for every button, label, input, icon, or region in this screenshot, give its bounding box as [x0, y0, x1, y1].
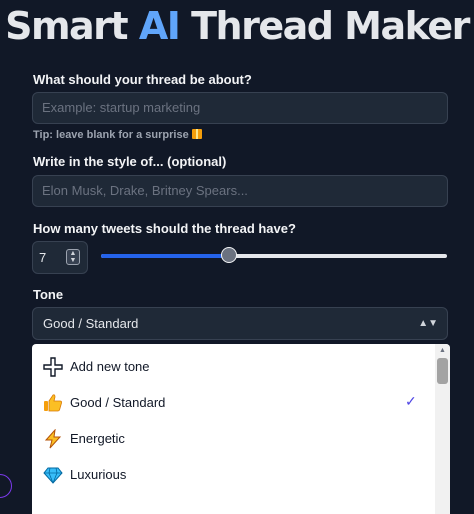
plus-icon: [43, 357, 63, 377]
title-part-2: Thread Maker: [179, 4, 470, 48]
option-label: Luxurious: [70, 467, 127, 482]
style-label: Write in the style of... (optional): [33, 154, 227, 169]
tweet-count-spinner[interactable]: ▲ ▼: [66, 249, 80, 265]
lightning-icon: [44, 429, 62, 449]
partial-circle-icon: [0, 474, 12, 498]
title-part-1: Smart: [5, 4, 139, 48]
tone-option-good-standard[interactable]: Good / Standard ✓: [32, 385, 432, 421]
spinner-up-icon[interactable]: ▲: [67, 250, 79, 257]
tweet-count-slider[interactable]: [101, 247, 447, 263]
tone-option-add-new[interactable]: Add new tone: [32, 349, 432, 385]
slider-fill: [101, 254, 230, 258]
option-label: Good / Standard: [70, 395, 166, 410]
dropdown-scrollbar[interactable]: ▲: [435, 344, 450, 514]
diamond-icon: [43, 467, 63, 484]
scrollbar-thumb[interactable]: [437, 358, 448, 384]
check-icon: ✓: [405, 393, 417, 409]
gift-icon: [191, 129, 202, 139]
spinner-down-icon[interactable]: ▼: [67, 257, 79, 264]
tweets-label: How many tweets should the thread have?: [33, 221, 296, 236]
topic-placeholder: Example: startup marketing: [42, 100, 201, 115]
slider-thumb[interactable]: [221, 247, 238, 263]
tone-select[interactable]: Good / Standard ▲▼: [32, 307, 448, 340]
thumbs-up-icon: [44, 394, 62, 412]
tone-option-luxurious[interactable]: Luxurious: [32, 457, 432, 493]
topic-tip: Tip: leave blank for a surprise: [33, 129, 202, 141]
style-input[interactable]: Elon Musk, Drake, Britney Spears...: [32, 175, 448, 207]
tone-dropdown: Add new tone Good / Standard ✓ Energetic…: [32, 344, 450, 514]
tip-text: Tip: leave blank for a surprise: [33, 129, 189, 141]
tone-selected-value: Good / Standard: [43, 316, 139, 331]
scroll-up-icon[interactable]: ▲: [439, 347, 446, 354]
topic-input[interactable]: Example: startup marketing: [32, 92, 448, 124]
tone-option-energetic[interactable]: Energetic: [32, 421, 432, 457]
style-placeholder: Elon Musk, Drake, Britney Spears...: [42, 183, 248, 198]
option-label: Add new tone: [70, 359, 150, 374]
chevron-up-down-icon: ▲▼: [418, 318, 438, 329]
option-label: Energetic: [70, 431, 125, 446]
tweet-count-input[interactable]: 7 ▲ ▼: [32, 241, 88, 274]
page-title: Smart AI Thread Maker: [0, 4, 474, 48]
tweet-count-value: 7: [39, 250, 47, 265]
tone-label: Tone: [33, 287, 64, 302]
title-accent: AI: [138, 4, 181, 48]
topic-label: What should your thread be about?: [33, 72, 252, 87]
